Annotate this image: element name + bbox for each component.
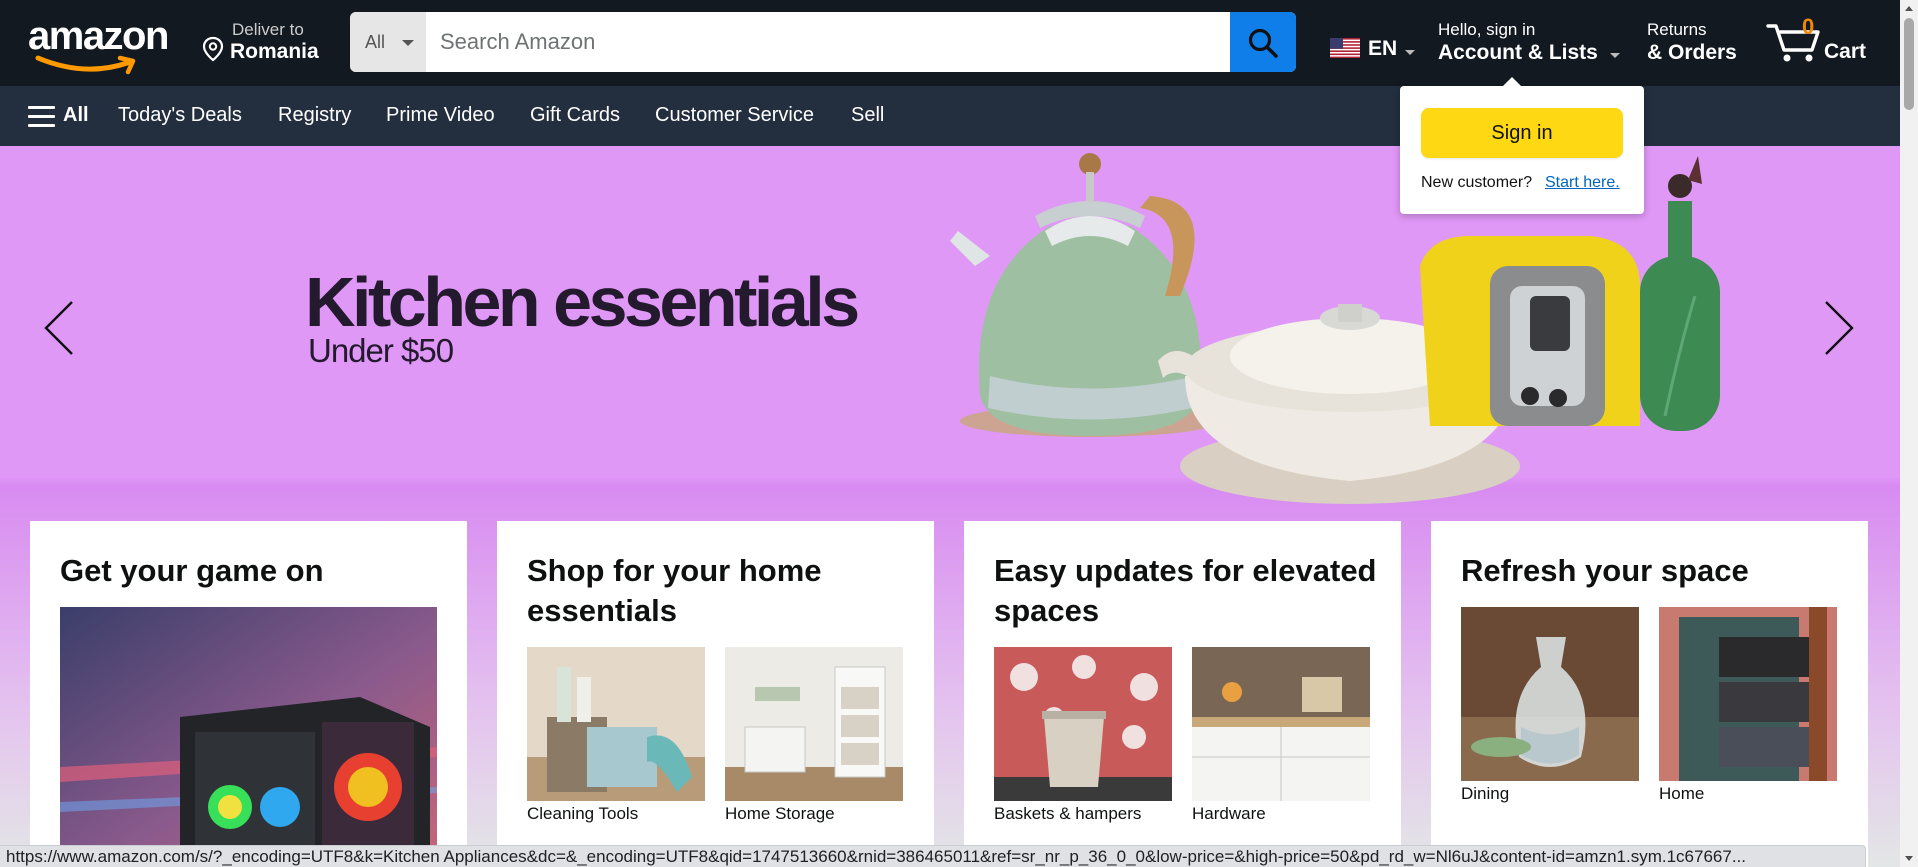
cart-button[interactable]: 0 Cart xyxy=(1766,14,1876,74)
chevron-down-icon xyxy=(1405,50,1415,55)
card-elevated-spaces[interactable]: Easy updates for elevated spaces Baskets… xyxy=(964,521,1401,867)
search-input[interactable] xyxy=(426,12,1230,72)
chevron-down-icon xyxy=(402,40,414,46)
card-home-essentials[interactable]: Shop for your home essentials Cleaning T… xyxy=(497,521,934,867)
card-title: Get your game on xyxy=(60,553,324,588)
top-navigation: amazon Deliver to Romania All Search Ama… xyxy=(0,0,1900,86)
account-lists[interactable]: Hello, sign in Account & Lists xyxy=(1438,20,1620,65)
all-menu-label: All xyxy=(63,104,89,126)
returns-label: Returns xyxy=(1647,20,1707,39)
deliver-country: Romania xyxy=(230,40,319,63)
search-icon xyxy=(1248,28,1278,58)
chevron-right-icon[interactable] xyxy=(1818,298,1858,358)
hero-title: Kitchen essentials xyxy=(305,263,860,341)
amazon-logo[interactable]: amazon xyxy=(28,14,178,75)
tile-caption: Home Storage xyxy=(725,804,835,823)
sign-in-button[interactable]: Sign in xyxy=(1421,108,1623,158)
card-title: Shop for your home essentials xyxy=(527,553,822,628)
hardware-image xyxy=(1192,647,1370,801)
home-textiles-image xyxy=(1659,607,1837,781)
hamburger-icon xyxy=(28,106,55,128)
deliver-label: Deliver to xyxy=(232,20,304,39)
search-category-dropdown[interactable]: All xyxy=(350,12,427,72)
card-get-your-game-on[interactable]: Get your game on xyxy=(30,521,467,867)
chevron-down-icon xyxy=(1610,53,1620,58)
card-title: Easy updates for elevated spaces xyxy=(994,553,1377,628)
card-refresh-your-space[interactable]: Refresh your space Dining Home xyxy=(1431,521,1868,867)
tile-caption: Baskets & hampers xyxy=(994,804,1142,823)
nav-todays-deals[interactable]: Today's Deals xyxy=(118,104,242,127)
returns-orders[interactable]: Returns & Orders xyxy=(1647,20,1737,65)
tile-caption: Cleaning Tools xyxy=(527,804,639,823)
home-storage-image xyxy=(725,647,903,801)
tile-caption: Dining xyxy=(1461,784,1510,803)
signin-popover: Sign in New customer? Start here. xyxy=(1400,77,1644,214)
account-label: Account & Lists xyxy=(1438,41,1598,64)
nav-gift-cards[interactable]: Gift Cards xyxy=(530,104,620,127)
nav-customer-service[interactable]: Customer Service xyxy=(655,104,814,127)
nav-sell[interactable]: Sell xyxy=(851,104,884,127)
popover-notch xyxy=(1502,77,1522,87)
logo-smile-icon xyxy=(35,55,136,75)
page-scrollbar[interactable] xyxy=(1900,0,1918,867)
tile-caption: Hardware xyxy=(1192,804,1266,823)
nav-prime-video[interactable]: Prime Video xyxy=(386,104,495,127)
cart-label: Cart xyxy=(1824,40,1867,63)
dining-image xyxy=(1461,607,1639,781)
location-pin-icon xyxy=(202,36,224,62)
account-greeting: Hello, sign in xyxy=(1438,20,1536,39)
search-category-label: All xyxy=(365,32,386,52)
logo-text: amazon xyxy=(28,14,169,58)
card-title: Refresh your space xyxy=(1461,553,1749,588)
orders-label: & Orders xyxy=(1647,41,1737,64)
gaming-pc-image[interactable] xyxy=(60,607,437,867)
nav-registry[interactable]: Registry xyxy=(278,104,351,127)
us-flag-icon xyxy=(1330,38,1360,58)
search-bar: All xyxy=(350,12,1296,72)
scroll-thumb[interactable] xyxy=(1904,18,1914,110)
cleaning-tools-image xyxy=(527,647,705,801)
cart-count: 0 xyxy=(1802,14,1815,39)
search-button[interactable] xyxy=(1230,12,1296,72)
start-here-link[interactable]: Start here. xyxy=(1545,174,1620,192)
link-status-bar: https://www.amazon.com/s/?_encoding=UTF8… xyxy=(0,845,1866,867)
kitchen-products-image xyxy=(950,153,1720,504)
scroll-up-icon[interactable] xyxy=(1905,6,1913,11)
tile-caption: Home xyxy=(1659,784,1705,803)
baskets-hampers-image xyxy=(994,647,1172,801)
new-customer-label: New customer? xyxy=(1421,174,1533,191)
language-code: EN xyxy=(1368,37,1398,60)
scroll-down-icon[interactable] xyxy=(1905,856,1913,861)
chevron-left-icon[interactable] xyxy=(40,298,80,358)
hero-subtitle: Under $50 xyxy=(308,332,454,369)
